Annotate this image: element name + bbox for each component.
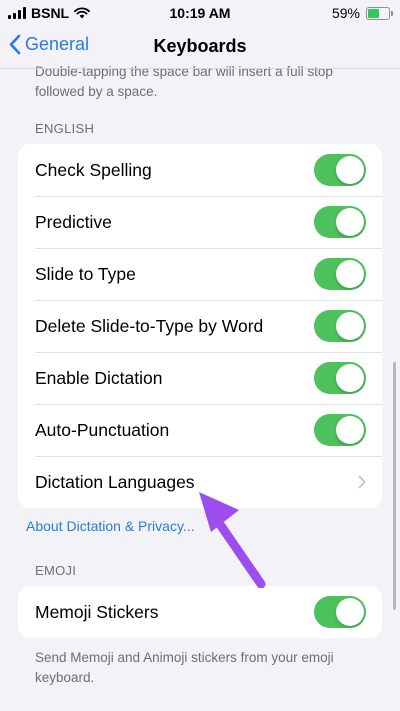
nav-divider (0, 68, 400, 69)
english-settings-group: Check Spelling Predictive Slide to Type … (18, 144, 382, 508)
row-check-spelling[interactable]: Check Spelling (18, 144, 382, 196)
auto-punctuation-toggle[interactable] (314, 414, 366, 446)
row-memoji-stickers[interactable]: Memoji Stickers (18, 586, 382, 638)
page-title: Keyboards (153, 36, 247, 56)
section-header-english: ENGLISH (35, 121, 95, 136)
row-label: Check Spelling (35, 159, 152, 180)
delete-slide-to-type-toggle[interactable] (314, 310, 366, 342)
enable-dictation-toggle[interactable] (314, 362, 366, 394)
memoji-stickers-toggle[interactable] (314, 596, 366, 628)
row-label: Slide to Type (35, 263, 136, 284)
row-predictive[interactable]: Predictive (18, 196, 382, 248)
row-label: Delete Slide-to-Type by Word (35, 315, 264, 336)
annotation-arrow (199, 492, 266, 588)
row-label: Enable Dictation (35, 367, 163, 388)
row-auto-punctuation[interactable]: Auto-Punctuation (18, 404, 382, 456)
row-label: Memoji Stickers (35, 601, 159, 622)
disclosure-chevron-icon (358, 475, 366, 489)
battery-percent: 59% (331, 5, 360, 21)
row-label: Predictive (35, 211, 112, 232)
row-enable-dictation[interactable]: Enable Dictation (18, 352, 382, 404)
predictive-toggle[interactable] (314, 206, 366, 238)
about-dictation-privacy-link[interactable]: About Dictation & Privacy... (26, 518, 195, 534)
row-label: Auto-Punctuation (35, 419, 170, 440)
emoji-footer: Send Memoji and Animoji stickers from yo… (35, 650, 334, 685)
status-bar: BSNL 10:19 AM 59% (0, 0, 400, 26)
battery-icon (366, 6, 393, 20)
row-delete-slide-to-type[interactable]: Delete Slide-to-Type by Word (18, 300, 382, 352)
slide-to-type-toggle[interactable] (314, 258, 366, 290)
status-right: 59% (331, 5, 393, 21)
row-slide-to-type[interactable]: Slide to Type (18, 248, 382, 300)
emoji-settings-group: Memoji Stickers (18, 586, 382, 638)
check-spelling-toggle[interactable] (314, 154, 366, 186)
scroll-indicator (393, 362, 396, 610)
section-header-emoji: EMOJI (35, 563, 77, 578)
